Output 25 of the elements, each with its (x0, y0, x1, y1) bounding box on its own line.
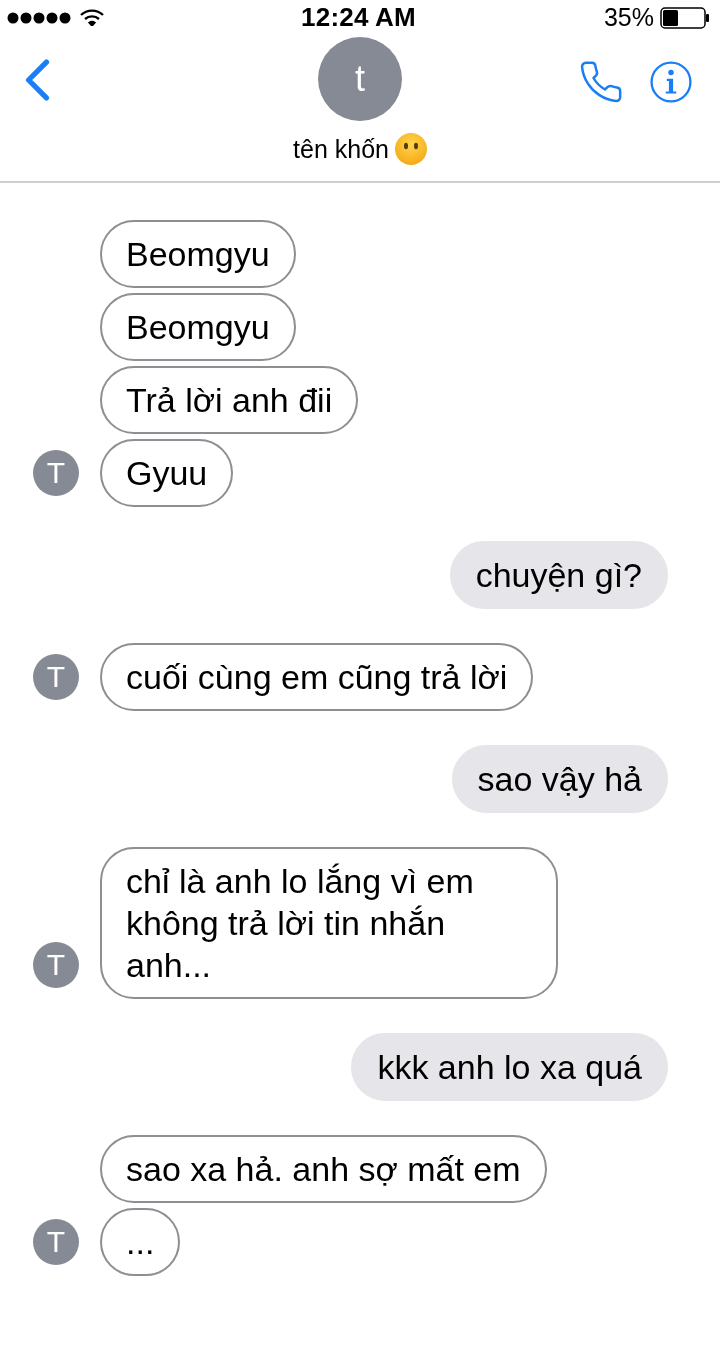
incoming-message-bubble: cuối cùng em cũng trả lời (100, 643, 534, 711)
sender-avatar: T (33, 450, 79, 496)
wifi-icon (80, 9, 104, 26)
battery-icon (660, 6, 710, 29)
face-emoji-icon (394, 133, 427, 165)
incoming-message-bubble: Gyuu (100, 439, 234, 507)
sender-avatar: T (33, 942, 79, 988)
sender-avatar: T (33, 1219, 79, 1265)
status-time: 12:24 AM (301, 2, 416, 33)
info-button[interactable] (650, 59, 692, 105)
outgoing-message-bubble: sao vậy hả (451, 745, 668, 813)
incoming-message-bubble: Beomgyu (100, 220, 296, 288)
contact-name[interactable]: tên khốn (293, 134, 389, 164)
incoming-message-bubble: ... (100, 1208, 181, 1276)
incoming-message-bubble: Trả lời anh đii (100, 366, 359, 434)
outgoing-message-bubble: kkk anh lo xa quá (351, 1033, 668, 1101)
signal-dots-icon (7, 11, 71, 24)
battery-percent: 35% (603, 3, 654, 32)
phone-call-button[interactable] (578, 59, 624, 105)
incoming-message-bubble: Beomgyu (100, 293, 296, 361)
incoming-message-bubble: sao xa hả. anh sợ mất em (100, 1135, 547, 1203)
sender-avatar: T (33, 654, 79, 700)
back-button[interactable] (24, 59, 50, 101)
outgoing-message-bubble: chuyện gì? (449, 541, 668, 609)
incoming-message-bubble: chỉ là anh lo lắng vì em không trả lời tin nhắn anh... (100, 847, 558, 999)
